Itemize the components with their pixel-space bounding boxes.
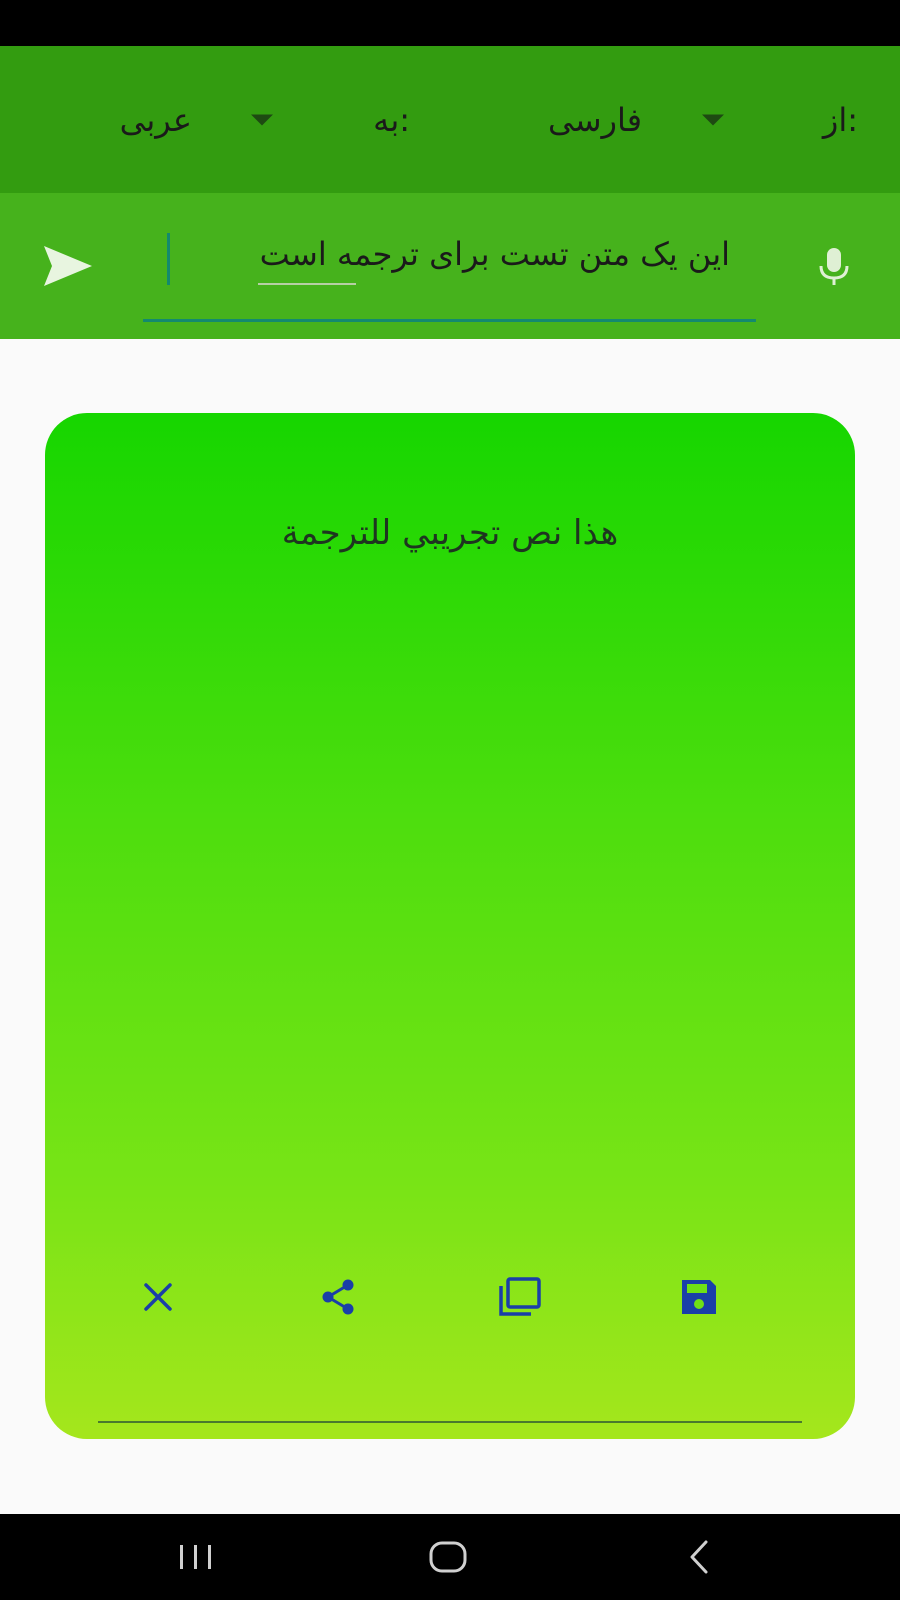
card-divider	[98, 1421, 802, 1423]
share-button[interactable]	[310, 1269, 366, 1325]
language-bar: از: فارسی به: عربی	[0, 46, 900, 193]
home-icon[interactable]	[428, 1540, 468, 1574]
save-button[interactable]	[671, 1269, 727, 1325]
save-icon	[682, 1280, 716, 1314]
to-label: به:	[373, 100, 410, 139]
send-icon[interactable]	[42, 244, 94, 288]
recent-apps-icon[interactable]	[176, 1542, 216, 1572]
input-bar: این یک متن تست برای ترجمه است	[0, 193, 900, 339]
from-language-dropdown-icon[interactable]	[702, 114, 724, 125]
spellcheck-underline	[258, 283, 356, 285]
source-text-input[interactable]: این یک متن تست برای ترجمه است	[143, 223, 756, 322]
translated-text: هذا نص تجريبي للترجمة	[281, 513, 619, 553]
to-language-select[interactable]: عربی	[120, 101, 192, 139]
system-navigation-bar	[0, 1514, 900, 1600]
microphone-icon[interactable]	[812, 244, 856, 288]
to-language-dropdown-icon[interactable]	[251, 114, 273, 125]
text-cursor	[167, 233, 170, 285]
from-label: از:	[822, 100, 858, 139]
share-icon	[322, 1279, 354, 1315]
source-text-value: این یک متن تست برای ترجمه است	[259, 235, 730, 273]
copy-button[interactable]	[491, 1269, 547, 1325]
close-icon	[144, 1283, 172, 1311]
from-language-select[interactable]: فارسی	[548, 101, 642, 139]
translation-result-card: هذا نص تجريبي للترجمة	[45, 413, 855, 1439]
copy-icon	[499, 1277, 541, 1316]
clear-button[interactable]	[130, 1269, 186, 1325]
status-bar	[0, 0, 900, 46]
back-icon[interactable]	[686, 1539, 714, 1575]
